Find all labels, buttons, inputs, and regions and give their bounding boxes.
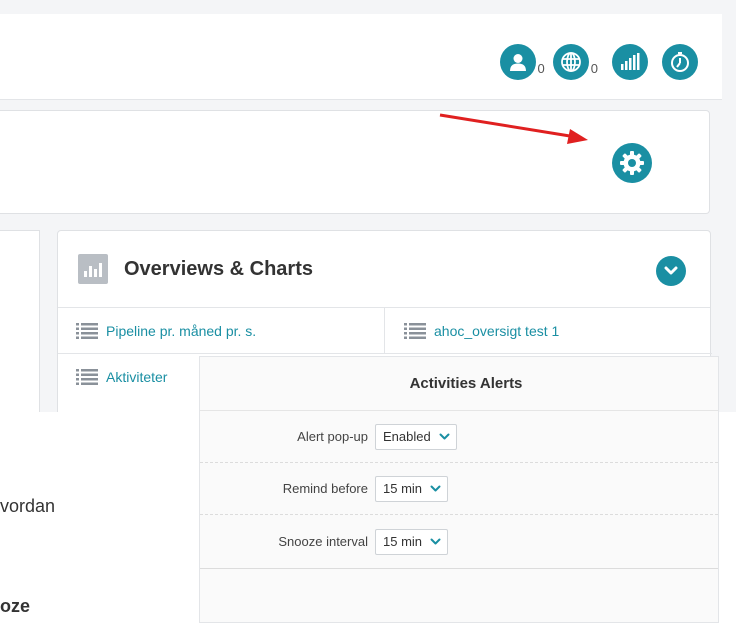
chevron-down-icon bbox=[439, 433, 450, 439]
stats-status[interactable] bbox=[612, 44, 648, 80]
alert-row-snooze: Snooze interval 15 min bbox=[200, 515, 718, 569]
alert-row-popup: Alert pop-up Enabled bbox=[200, 411, 718, 463]
web-count: 0 bbox=[590, 61, 598, 76]
list-icon bbox=[76, 322, 98, 339]
alert-row-remind: Remind before 15 min bbox=[200, 463, 718, 515]
settings-panel bbox=[0, 110, 710, 214]
activities-alerts-popup: Activities Alerts Alert pop-up Enabled R… bbox=[199, 356, 719, 623]
chart-icon bbox=[78, 254, 108, 284]
background-text-line: vordan bbox=[0, 496, 56, 516]
snooze-interval-value: 15 min bbox=[383, 534, 423, 549]
users-status[interactable]: 0 bbox=[499, 44, 545, 80]
signal-bars-icon[interactable] bbox=[612, 44, 648, 80]
overviews-header: Overviews & Charts bbox=[58, 231, 710, 308]
list-icon bbox=[76, 368, 98, 385]
remind-before-label: Remind before bbox=[282, 481, 368, 496]
timer-icon[interactable] bbox=[662, 44, 698, 80]
settings-gear-button[interactable] bbox=[612, 143, 652, 183]
chevron-down-icon bbox=[664, 266, 678, 275]
alerts-title: Activities Alerts bbox=[200, 357, 718, 411]
user-icon[interactable] bbox=[499, 44, 536, 80]
status-icons: 0 0 bbox=[492, 44, 698, 80]
overview-item-aktiviteter[interactable]: Aktiviteter bbox=[76, 354, 167, 399]
snooze-interval-label: Snooze interval bbox=[278, 534, 368, 549]
globe-icon[interactable] bbox=[552, 44, 589, 80]
red-arrow-annotation bbox=[439, 113, 588, 144]
list-icon bbox=[404, 322, 426, 339]
users-count: 0 bbox=[537, 61, 545, 76]
cell-divider bbox=[384, 308, 385, 353]
left-panel bbox=[0, 230, 40, 412]
overview-item-pipeline[interactable]: Pipeline pr. måned pr. s. bbox=[76, 308, 256, 353]
web-status[interactable]: 0 bbox=[552, 44, 598, 80]
alert-popup-select[interactable]: Enabled bbox=[375, 423, 457, 450]
remind-before-select[interactable]: 15 min bbox=[375, 475, 449, 502]
top-strip bbox=[0, 0, 736, 14]
background-text-line: oze bbox=[0, 596, 31, 616]
top-toolbar: 0 0 bbox=[0, 14, 722, 100]
overview-item-label: Pipeline pr. måned pr. s. bbox=[106, 322, 257, 339]
alert-popup-label: Alert pop-up bbox=[297, 429, 368, 444]
timer-status[interactable] bbox=[662, 44, 698, 80]
overview-item-label: Aktiviteter bbox=[106, 368, 168, 385]
collapse-toggle-button[interactable] bbox=[656, 256, 686, 286]
overviews-title: Overviews & Charts bbox=[124, 257, 313, 280]
overview-item-ahoc[interactable]: ahoc_oversigt test 1 bbox=[404, 308, 559, 353]
overview-item-label: ahoc_oversigt test 1 bbox=[434, 322, 560, 339]
snooze-interval-select[interactable]: 15 min bbox=[375, 528, 449, 555]
gear-icon bbox=[620, 151, 644, 175]
remind-before-value: 15 min bbox=[383, 481, 423, 496]
chevron-down-icon bbox=[430, 485, 441, 491]
alert-popup-value: Enabled bbox=[383, 429, 431, 444]
app-background: 0 0 Overviews & Charts Pipeline pr. måne… bbox=[0, 0, 736, 412]
chevron-down-icon bbox=[430, 538, 441, 544]
